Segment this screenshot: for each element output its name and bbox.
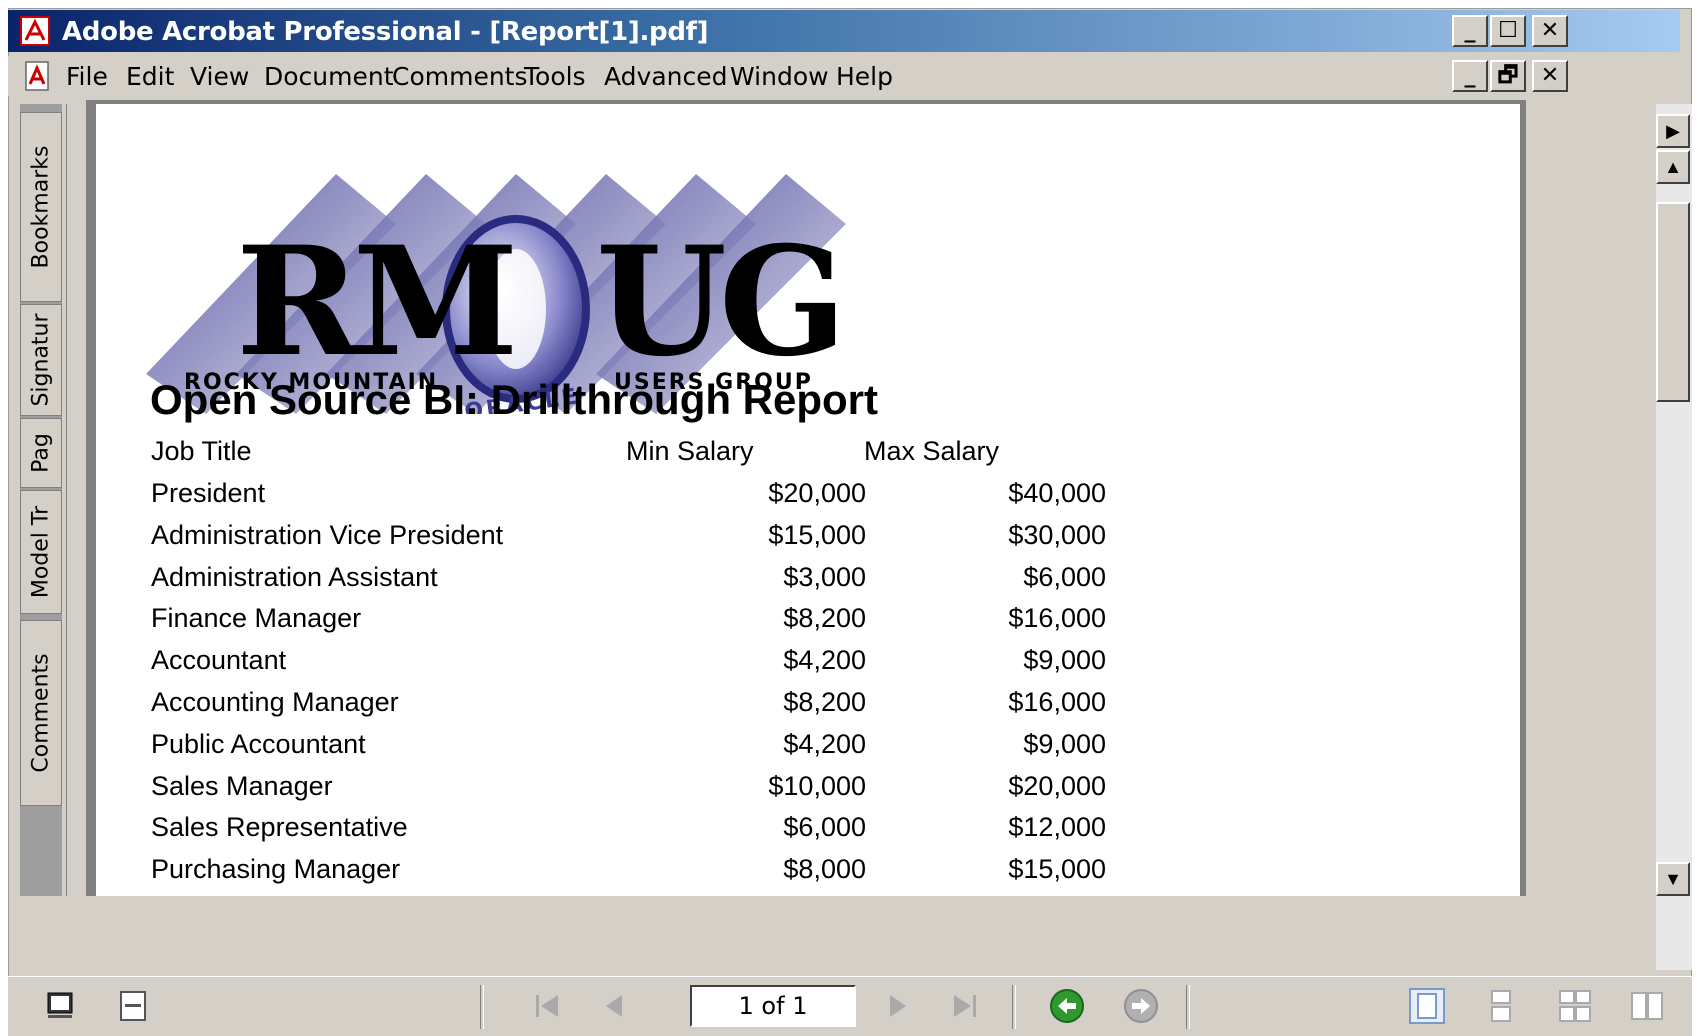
cell-max-salary: $16,000: [1008, 687, 1106, 717]
tab-signatures-label: Signatur: [28, 313, 54, 407]
single-page-icon[interactable]: [1408, 987, 1446, 1025]
pdf-page: RM UG ROCKY MOUNTAIN USERS GROUP ORACLE …: [96, 104, 1520, 896]
minimize-button[interactable]: _: [1452, 15, 1488, 47]
cell-max-salary: $9,000: [1023, 728, 1106, 759]
tab-signatures[interactable]: Signatur: [20, 304, 62, 416]
tab-model-tree[interactable]: Model Tr: [20, 490, 62, 614]
cell-min-salary: $10,000: [768, 770, 866, 801]
pane-splitter[interactable]: [66, 104, 85, 896]
cell-min-salary: $15,000: [768, 519, 866, 550]
separator: [1186, 985, 1190, 1029]
navigation-pane: Bookmarks Signatur Pag Model Tr Comments: [20, 104, 62, 896]
cell-job-title: Purchasing Manager: [151, 854, 401, 885]
panel-arrow-icon[interactable]: ▶: [1656, 114, 1690, 148]
menu-document[interactable]: Document: [264, 62, 394, 91]
menu-file[interactable]: File: [66, 62, 108, 91]
tab-pages[interactable]: Pag: [20, 418, 62, 488]
cell-max-salary: $20,000: [1008, 770, 1106, 801]
cell-job-title: President: [151, 478, 266, 508]
facing-icon[interactable]: [1556, 987, 1594, 1025]
report-title: Open Source BI: Drillthrough Report: [150, 376, 879, 423]
cell-job-title: Accounting Manager: [151, 687, 399, 717]
cell-job-title: Administration Assistant: [151, 561, 438, 592]
menu-advanced[interactable]: Advanced: [604, 62, 728, 91]
cell-min-salary: $20,000: [768, 478, 866, 508]
cell-job-title: Finance Manager: [151, 603, 362, 634]
status-bar: 1 of 1: [8, 976, 1692, 1036]
cell-max-salary: $15,000: [1008, 854, 1106, 885]
tab-pages-label: Pag: [28, 433, 54, 473]
menu-help[interactable]: Help: [836, 62, 893, 91]
close-button[interactable]: ✕: [1532, 15, 1568, 47]
page-number-field[interactable]: 1 of 1: [690, 985, 856, 1027]
tab-comments-label: Comments: [28, 653, 54, 773]
menu-edit[interactable]: Edit: [126, 62, 174, 91]
document-icon[interactable]: [22, 60, 54, 92]
rmoug-logo: RM UG ROCKY MOUNTAIN USERS GROUP ORACLE: [146, 174, 847, 414]
maximize-button[interactable]: ☐: [1490, 15, 1526, 47]
cell-min-salary: $4,200: [783, 728, 866, 759]
cell-max-salary: $40,000: [1008, 478, 1106, 508]
cell-max-salary: $12,000: [1008, 812, 1106, 843]
next-page-icon[interactable]: [878, 987, 916, 1025]
separator: [480, 985, 484, 1029]
continuous-facing-icon[interactable]: [1628, 987, 1666, 1025]
cell-job-title: Administration Vice President: [151, 519, 504, 550]
first-page-icon[interactable]: [528, 987, 566, 1025]
cell-min-salary: $8,200: [783, 603, 866, 634]
scroll-up-icon[interactable]: ▲: [1656, 150, 1690, 184]
cell-min-salary: $8,200: [783, 687, 866, 717]
tab-model-tree-label: Model Tr: [28, 505, 54, 599]
cell-max-salary: $30,000: [1008, 519, 1106, 550]
menu-tools[interactable]: Tools: [524, 62, 586, 91]
cell-job-title: Accountant: [151, 645, 287, 676]
continuous-icon[interactable]: [1482, 987, 1520, 1025]
cell-min-salary: $6,000: [783, 812, 866, 843]
cell-max-salary: $16,000: [1008, 603, 1106, 634]
menu-comments[interactable]: Comments: [392, 62, 528, 91]
cell-job-title: Public Accountant: [151, 728, 366, 759]
header-job-title: Job Title: [151, 436, 252, 466]
tab-bookmarks[interactable]: Bookmarks: [20, 112, 62, 302]
header-min-salary: Min Salary: [626, 436, 754, 466]
menu-view[interactable]: View: [190, 62, 249, 91]
doc-close-button[interactable]: ✕: [1532, 60, 1568, 92]
header-max-salary: Max Salary: [864, 436, 1000, 466]
last-page-icon[interactable]: [946, 987, 984, 1025]
acrobat-icon: [20, 16, 50, 46]
prev-page-icon[interactable]: [596, 987, 634, 1025]
title-bar: Adobe Acrobat Professional - [Report[1].…: [8, 10, 1680, 52]
forward-icon[interactable]: [1122, 987, 1160, 1025]
menu-window[interactable]: Window: [730, 62, 829, 91]
window-title: Adobe Acrobat Professional - [Report[1].…: [62, 17, 709, 47]
vertical-scrollbar[interactable]: ▶ ▲ ▼: [1656, 104, 1692, 970]
page-view-icon[interactable]: [114, 987, 152, 1025]
doc-minimize-button[interactable]: _: [1452, 60, 1488, 92]
tab-bookmarks-label: Bookmarks: [28, 145, 54, 269]
tab-comments[interactable]: Comments: [20, 620, 62, 806]
svg-text:UG: UG: [596, 214, 839, 390]
separator: [1012, 985, 1016, 1029]
scroll-thumb[interactable]: [1656, 202, 1690, 402]
doc-restore-button[interactable]: 🗗: [1490, 60, 1526, 92]
cell-max-salary: $9,000: [1023, 645, 1106, 676]
cell-job-title: Sales Representative: [151, 812, 408, 843]
cell-job-title: Sales Manager: [151, 770, 333, 801]
back-icon[interactable]: [1048, 987, 1086, 1025]
cell-min-salary: $3,000: [783, 561, 866, 592]
scroll-down-icon[interactable]: ▼: [1656, 862, 1690, 896]
cell-max-salary: $6,000: [1023, 561, 1106, 592]
cell-min-salary: $4,200: [783, 645, 866, 676]
svg-text:RM: RM: [236, 214, 513, 390]
page-size-icon[interactable]: [42, 987, 80, 1025]
cell-min-salary: $8,000: [783, 854, 866, 885]
menu-bar: File Edit View Document Comments Tools A…: [8, 56, 1680, 96]
